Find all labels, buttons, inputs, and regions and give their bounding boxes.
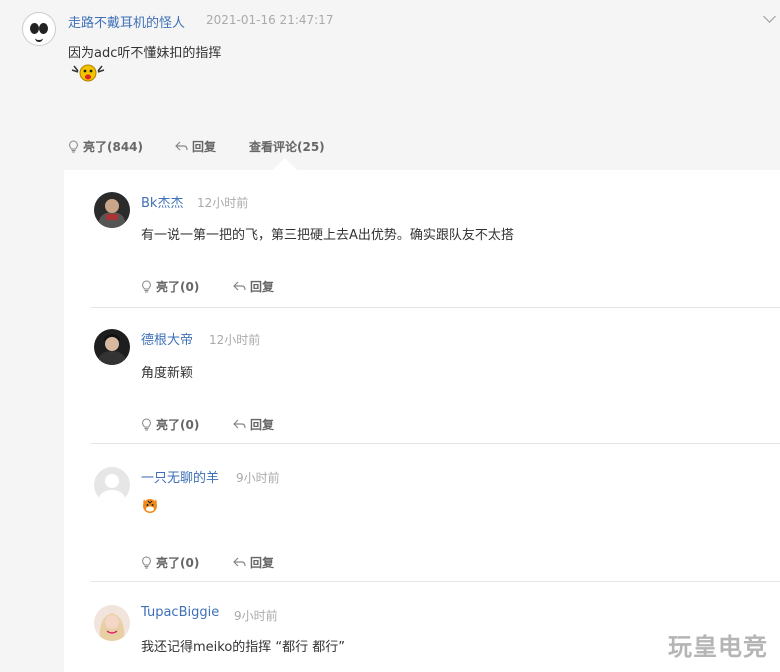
lightbulb-icon (141, 418, 152, 431)
tiger-emoji-icon (143, 499, 157, 513)
reply-label: 回复 (250, 418, 275, 432)
main-comment: 走路不戴耳机的怪人 2021-01-16 21:47:17 因为adc听不懂妹扣… (0, 0, 780, 180)
reply-time: 9小时前 (234, 609, 278, 623)
avatar[interactable] (94, 467, 130, 503)
avatar[interactable] (94, 192, 130, 228)
like-button[interactable]: 亮了(0) (141, 554, 199, 571)
reply-button[interactable]: 回复 (233, 554, 274, 571)
reply-icon (233, 419, 246, 430)
emoji-icon (71, 64, 105, 82)
chevron-down-icon[interactable] (763, 10, 776, 23)
view-comments-label: 查看评论(25) (249, 140, 325, 154)
like-label: 亮了(844) (83, 140, 144, 154)
reply-time: 12小时前 (197, 196, 249, 210)
reply-text: 有一说一第一把的飞，第三把硬上去A出优势。确实跟队友不太搭 (141, 228, 514, 243)
reply-item: Bk杰杰 12小时前 有一说一第一把的飞，第三把硬上去A出优势。确实跟队友不太搭… (64, 170, 780, 308)
reply-label: 回复 (250, 556, 275, 570)
comment-text: 因为adc听不懂妹扣的指挥 (68, 46, 222, 61)
reply-time: 12小时前 (209, 333, 261, 347)
avatar[interactable] (94, 329, 130, 365)
reply-text: 角度新颖 (141, 366, 194, 381)
reply-icon (175, 141, 188, 152)
avatar[interactable] (94, 605, 130, 641)
reply-icon (233, 281, 246, 292)
divider (91, 581, 780, 582)
divider (91, 443, 780, 444)
reply-item: 德根大帝 12小时前 角度新颖 亮了(0) 回复 (64, 318, 780, 456)
lightbulb-icon (141, 556, 152, 569)
like-label: 亮了(0) (156, 280, 200, 294)
reply-button[interactable]: 回复 (233, 278, 274, 295)
panel-pointer (273, 158, 297, 170)
like-button[interactable]: 亮了(0) (141, 278, 199, 295)
comment-username[interactable]: 走路不戴耳机的怪人 (68, 12, 185, 31)
comment-time: 2021-01-16 21:47:17 (206, 13, 334, 27)
reply-text: 我还记得meiko的指挥 “都行 都行” (141, 640, 346, 655)
replies-panel: Bk杰杰 12小时前 有一说一第一把的飞，第三把硬上去A出优势。确实跟队友不太搭… (64, 170, 780, 672)
reply-username[interactable]: TupacBiggie (141, 605, 219, 620)
like-label: 亮了(0) (156, 556, 200, 570)
watermark: 玩皇电竞 (668, 633, 768, 661)
reply-button[interactable]: 回复 (175, 138, 216, 155)
reply-username[interactable]: 一只无聊的羊 (141, 467, 219, 486)
reply-username[interactable]: 德根大帝 (141, 329, 193, 348)
reply-label: 回复 (250, 280, 275, 294)
like-button[interactable]: 亮了(844) (68, 138, 143, 155)
reply-button[interactable]: 回复 (233, 416, 274, 433)
reply-item: 一只无聊的羊 9小时前 亮了(0) 回复 (64, 456, 780, 594)
divider (91, 307, 780, 308)
reply-time: 9小时前 (236, 471, 280, 485)
reply-label: 回复 (192, 140, 217, 154)
view-comments-button[interactable]: 查看评论(25) (249, 138, 325, 155)
lightbulb-icon (141, 280, 152, 293)
lightbulb-icon (68, 140, 79, 153)
reply-icon (233, 557, 246, 568)
like-button[interactable]: 亮了(0) (141, 416, 199, 433)
reply-username[interactable]: Bk杰杰 (141, 192, 183, 211)
like-label: 亮了(0) (156, 418, 200, 432)
user-avatar[interactable] (22, 12, 56, 46)
